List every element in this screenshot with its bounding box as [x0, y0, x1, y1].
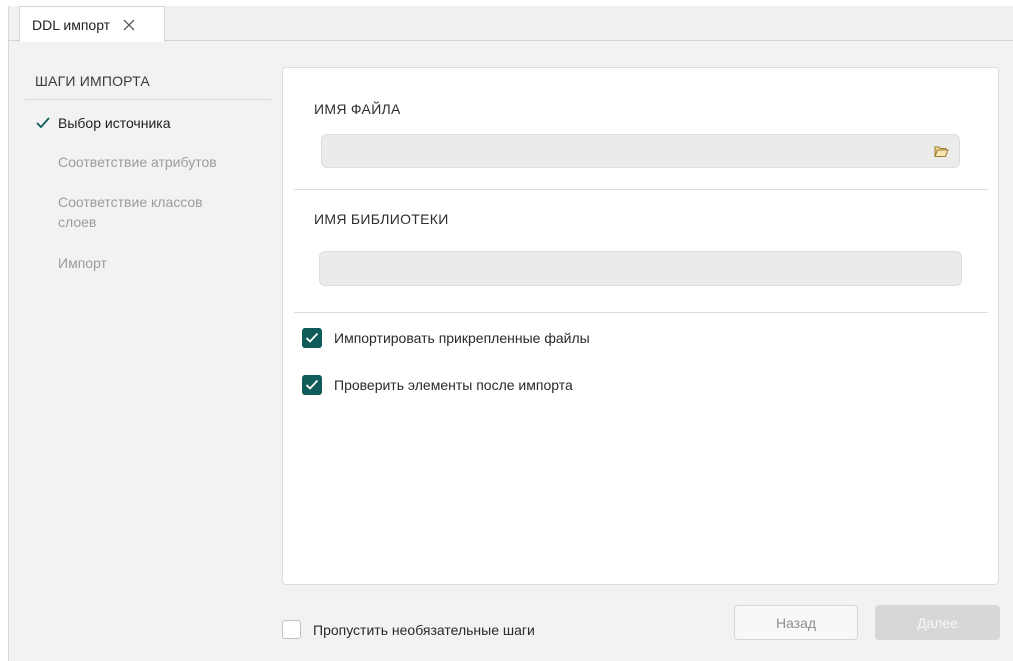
skip-optional-label: Пропустить необязательные шаги [313, 621, 535, 638]
import-attachments-label: Импортировать прикрепленные файлы [334, 330, 590, 346]
steps-divider [25, 99, 271, 100]
step-source[interactable]: Выбор источника [58, 113, 238, 133]
file-name-label: ИМЯ ФАЙЛА [314, 101, 401, 117]
step-attributes[interactable]: Соответствие атрибутов [58, 152, 238, 172]
back-button[interactable]: Назад [734, 605, 858, 640]
library-name-label: ИМЯ БИБЛИОТЕКИ [314, 211, 449, 227]
folder-icon[interactable] [934, 145, 949, 158]
checkbox-unchecked[interactable] [282, 620, 301, 639]
step-import[interactable]: Импорт [58, 253, 238, 273]
checkbox-checked[interactable] [302, 328, 322, 348]
step-layer-classes[interactable]: Соответствие классов слоев [58, 192, 228, 232]
skip-optional-option[interactable]: Пропустить необязательные шаги [282, 620, 535, 639]
next-button[interactable]: Далее [875, 605, 1000, 640]
wizard-body: ШАГИ ИМПОРТА Выбор источника Соответстви… [9, 47, 1013, 661]
file-name-field[interactable] [321, 134, 960, 168]
checkbox-checked[interactable] [302, 375, 322, 395]
source-card: ИМЯ ФАЙЛА ИМЯ БИБЛИОТЕКИ Импортировать п… [282, 67, 999, 585]
import-attachments-option[interactable]: Импортировать прикрепленные файлы [302, 328, 590, 348]
steps-title: ШАГИ ИМПОРТА [35, 73, 150, 89]
tab-ddl-import[interactable]: DDL импорт [19, 6, 165, 42]
tab-title: DDL импорт [32, 16, 111, 33]
verify-elements-label: Проверить элементы после импорта [334, 377, 573, 393]
close-icon[interactable] [122, 18, 136, 32]
verify-elements-option[interactable]: Проверить элементы после импорта [302, 375, 573, 395]
section-divider [294, 312, 988, 313]
import-window: DDL импорт ШАГИ ИМПОРТА Выбор источника … [8, 6, 1013, 661]
tab-bar: DDL импорт [9, 6, 1013, 42]
check-icon [35, 116, 51, 130]
section-divider [294, 189, 988, 190]
library-name-field[interactable] [319, 251, 962, 286]
